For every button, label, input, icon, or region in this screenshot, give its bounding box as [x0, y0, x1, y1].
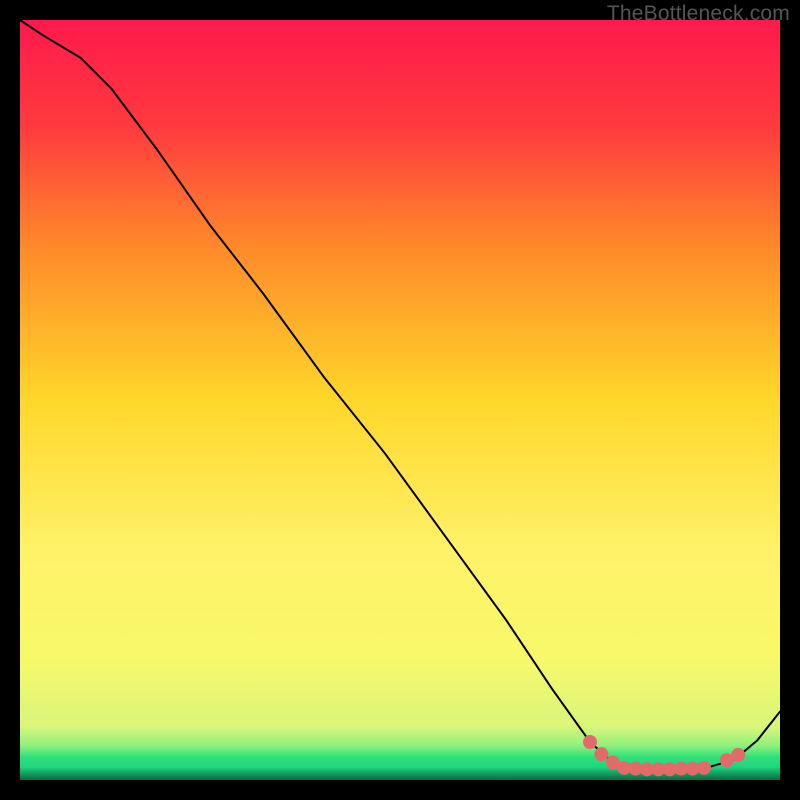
chart-plot [20, 20, 780, 780]
chart-stage: TheBottleneck.com [0, 0, 800, 800]
chart-svg [20, 20, 780, 780]
